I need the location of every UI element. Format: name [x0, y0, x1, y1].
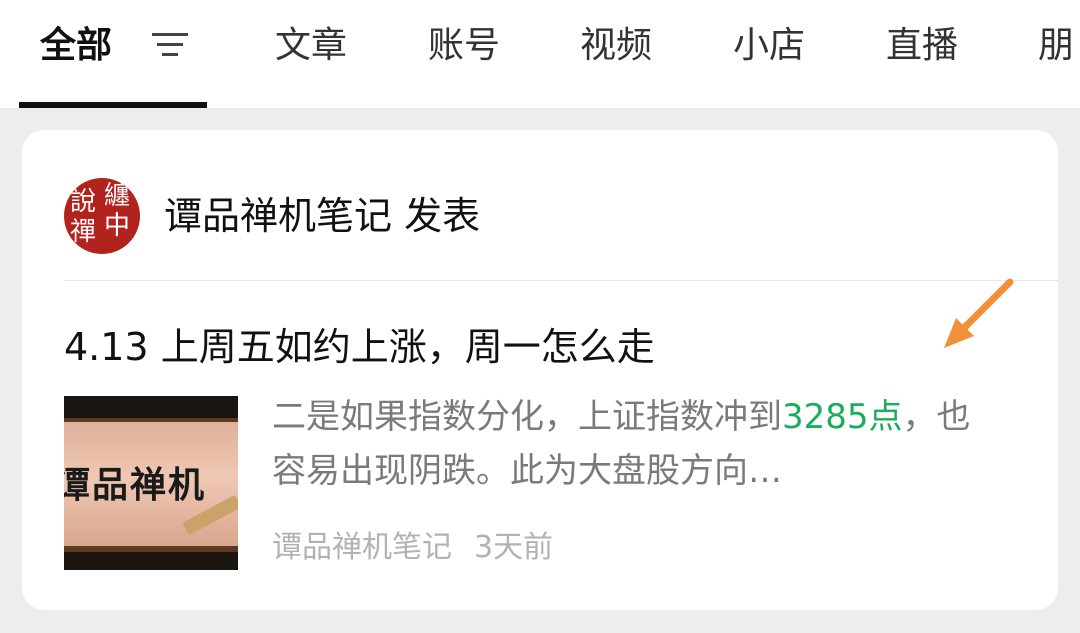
search-tab-bar: 全部 文章 账号 视频 小店 直播 朋: [0, 0, 1080, 108]
tab-all[interactable]: 全部: [40, 22, 112, 70]
publish-time: 3天前: [474, 530, 554, 565]
arrow-annotation-icon: [944, 278, 1014, 348]
avatar-glyph: 禪: [70, 217, 97, 247]
tab-moments[interactable]: 朋: [1038, 22, 1074, 70]
avatar-glyph: 中: [104, 211, 131, 241]
avatar[interactable]: 說 纏 禪 中: [64, 178, 140, 254]
tab-live[interactable]: 直播: [886, 22, 958, 70]
avatar-glyph: 纏: [104, 181, 131, 211]
article-thumbnail[interactable]: 谭品禅机: [64, 396, 238, 570]
article-excerpt[interactable]: 二是如果指数分化，上证指数冲到3285点，也容易出现阴跌。此为大盘股方向…: [272, 390, 1002, 498]
article-meta: 谭品禅机笔记 3天前: [272, 522, 553, 566]
thumbnail-text: 谭品禅机: [64, 464, 207, 506]
article-title[interactable]: 4.13 上周五如约上涨，周一怎么走: [64, 316, 655, 371]
active-tab-indicator: [19, 102, 207, 108]
article-result-card[interactable]: 說 纏 禪 中 谭品禅机笔记 发表 4.13 上周五如约上涨，周一怎么走 谭品禅…: [22, 130, 1058, 610]
tab-videos[interactable]: 视频: [580, 22, 652, 70]
avatar-glyph: 說: [70, 187, 97, 217]
source-name: 谭品禅机笔记: [272, 530, 452, 565]
excerpt-text: 二是如果指数分化，上证指数冲到: [272, 397, 782, 437]
tab-accounts[interactable]: 账号: [428, 22, 500, 70]
tab-articles[interactable]: 文章: [275, 22, 347, 70]
excerpt-highlight: 3285点: [782, 397, 903, 437]
filter-icon[interactable]: [150, 30, 190, 60]
publisher-line[interactable]: 谭品禅机笔记 发表: [164, 185, 480, 240]
divider: [64, 280, 1058, 281]
thumbnail-rod: [64, 546, 238, 552]
tab-shops[interactable]: 小店: [733, 22, 805, 70]
